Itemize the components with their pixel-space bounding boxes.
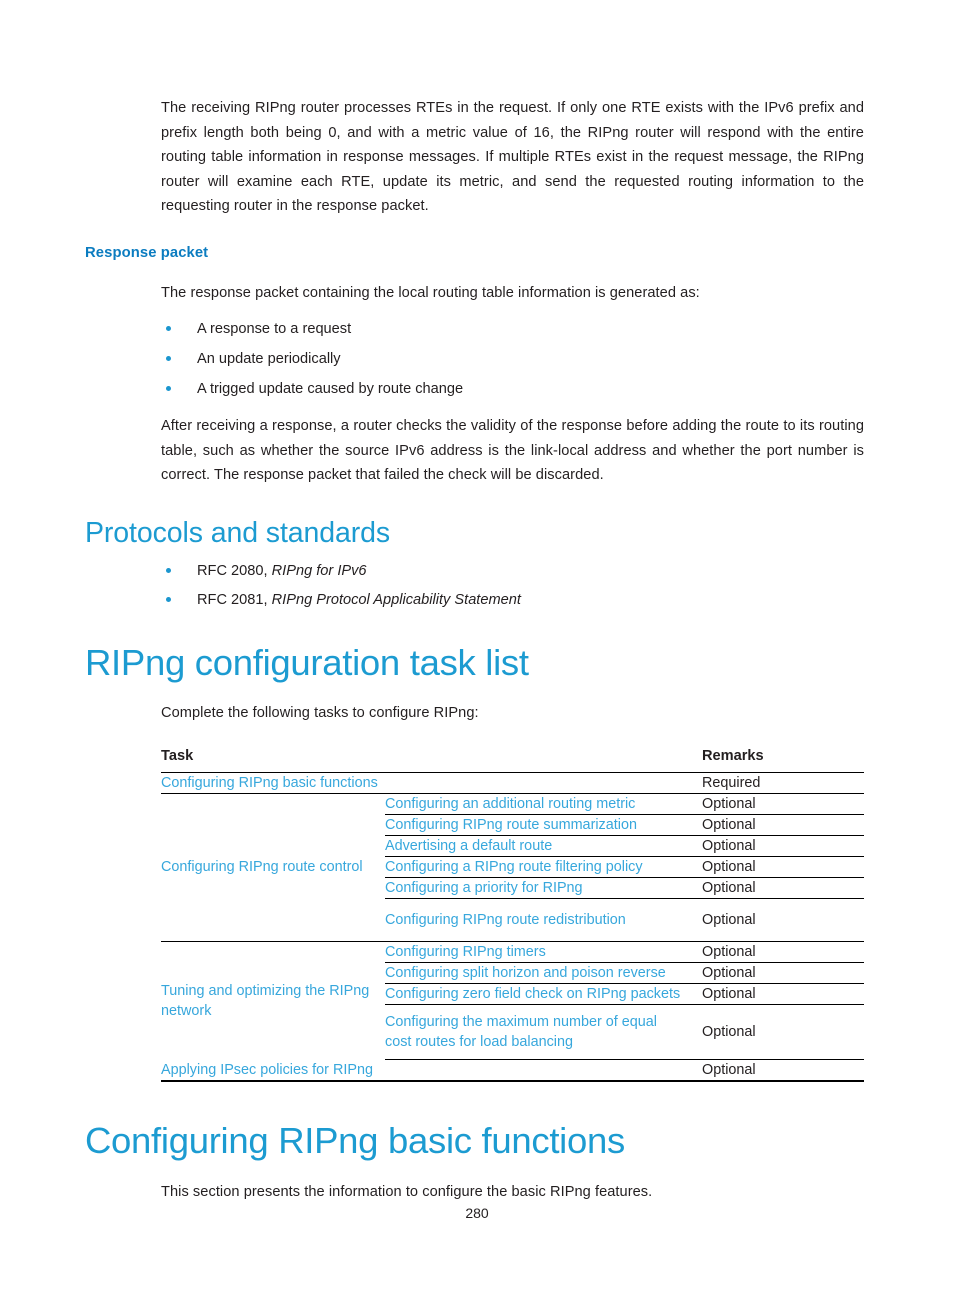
task-link-split-horizon[interactable]: Configuring split horizon and poison rev…: [385, 962, 702, 984]
remark-value: Optional: [702, 814, 864, 836]
column-header-remarks: Remarks: [702, 741, 864, 773]
response-packet-closing-paragraph: After receiving a response, a router che…: [161, 417, 864, 484]
task-link-default-route[interactable]: Advertising a default route: [385, 835, 702, 857]
task-link-route-summarization[interactable]: Configuring RIPng route summarization: [385, 814, 702, 836]
list-item: RFC 2080, RIPng for IPv6: [161, 559, 864, 584]
task-link-zero-field-check[interactable]: Configuring zero field check on RIPng pa…: [385, 983, 702, 1005]
task-list-lead-in: Complete the following tasks to configur…: [161, 705, 479, 722]
remark-value: Optional: [702, 983, 864, 1005]
protocols-and-standards-heading: Protocols and standards: [85, 516, 391, 549]
page-number: 280: [465, 1205, 489, 1221]
bullet-dot-icon: [166, 355, 171, 361]
list-item: RFC 2081, RIPng Protocol Applicability S…: [161, 588, 864, 613]
task-link-ripng-timers[interactable]: Configuring RIPng timers: [385, 940, 702, 963]
response-packet-heading: Response packet: [85, 244, 209, 261]
remark-value: Optional: [702, 793, 864, 815]
intro-paragraph: The receiving RIPng router processes RTE…: [161, 100, 864, 215]
table-row: Tuning and optimizing the RIPng network …: [161, 940, 864, 1060]
task-link-max-equal-cost-routes[interactable]: Configuring the maximum number of equal …: [385, 1004, 702, 1060]
response-packet-bullet-list: A response to a request An update period…: [161, 317, 864, 402]
remark-value: Optional: [702, 856, 864, 878]
list-item: A response to a request: [161, 317, 864, 342]
task-link-basic-functions[interactable]: Configuring RIPng basic functions: [161, 772, 702, 794]
column-header-task: Task: [161, 741, 702, 773]
document-page: The receiving RIPng router processes RTE…: [0, 0, 954, 1296]
task-group-link-tuning-network[interactable]: Tuning and optimizing the RIPng network: [161, 940, 385, 1060]
list-item-label: A response to a request: [197, 320, 352, 337]
table-body: Configuring RIPng basic functions Requir…: [161, 772, 864, 1082]
remark-value: Optional: [702, 911, 756, 928]
list-item-label: A trigged update caused by route change: [197, 381, 464, 398]
rfc-number: RFC 2081,: [197, 591, 272, 608]
remark-value: Optional: [702, 1059, 864, 1082]
remark-value: Optional: [702, 835, 864, 857]
protocols-standards-list: RFC 2080, RIPng for IPv6 RFC 2081, RIPng…: [161, 559, 864, 613]
rfc-title: RIPng for IPv6: [271, 562, 367, 579]
list-item: An update periodically: [161, 347, 864, 372]
configuring-basic-functions-heading: Configuring RIPng basic functions: [85, 1119, 625, 1161]
remark-value: Optional: [702, 877, 864, 899]
table-row: Configuring RIPng route control Configur…: [161, 793, 864, 875]
page-content: The receiving RIPng router processes RTE…: [85, 96, 864, 1205]
ripng-task-list-heading: RIPng configuration task list: [85, 642, 529, 684]
rfc-number: RFC 2080,: [197, 562, 272, 579]
rfc-title: RIPng Protocol Applicability Statement: [271, 591, 521, 608]
basic-functions-paragraph: This section presents the information to…: [161, 1183, 653, 1200]
table-row: Configuring RIPng basic functions Requir…: [161, 772, 864, 794]
bullet-dot-icon: [166, 567, 171, 573]
task-group-link-route-control[interactable]: Configuring RIPng route control: [161, 793, 385, 941]
remark-value: Optional: [702, 940, 864, 963]
bullet-dot-icon: [166, 325, 171, 331]
task-link-route-redistribution[interactable]: Configuring RIPng route redistribution: [385, 898, 702, 941]
task-link-priority[interactable]: Configuring a priority for RIPng: [385, 877, 702, 899]
remark-value: Optional: [702, 1004, 864, 1060]
response-packet-lead-in: The response packet containing the local…: [161, 284, 700, 301]
ripng-task-table: Task Remarks Configuring RIPng basic fun…: [161, 741, 864, 1082]
list-item: A trigged update caused by route change: [161, 377, 864, 402]
remark-value: Required: [702, 772, 864, 794]
task-link-route-filtering-policy[interactable]: Configuring a RIPng route filtering poli…: [385, 856, 702, 878]
bullet-dot-icon: [166, 596, 171, 602]
list-item-label: An update periodically: [197, 350, 341, 367]
task-link-ipsec-policies[interactable]: Applying IPsec policies for RIPng: [161, 1059, 702, 1082]
table-row: Applying IPsec policies for RIPng Option…: [161, 1059, 864, 1082]
table-header: Task Remarks: [161, 741, 864, 773]
table-header-row: Task Remarks: [161, 741, 864, 773]
remark-value: Optional: [702, 962, 864, 984]
task-link-additional-metric[interactable]: Configuring an additional routing metric: [385, 793, 702, 815]
bullet-dot-icon: [166, 386, 171, 392]
